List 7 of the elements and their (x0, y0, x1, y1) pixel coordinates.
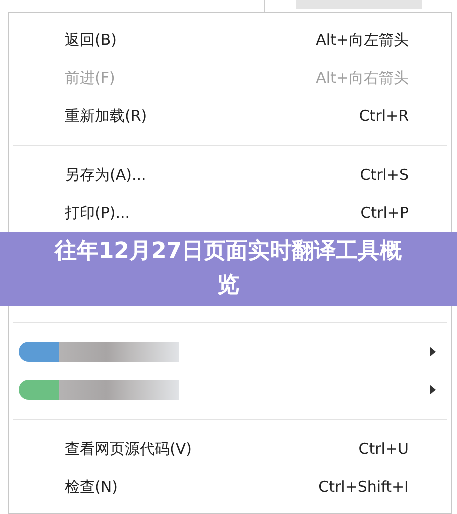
menu-item[interactable]: 检查(N) Ctrl+Shift+I (9, 468, 451, 506)
menu-item[interactable]: 返回(B) Alt+向左箭头 (9, 21, 451, 59)
menu-item[interactable]: 查看网页源代码(V) Ctrl+U (9, 430, 451, 468)
menu-item[interactable]: 打印(P)... Ctrl+P (9, 194, 451, 232)
menu-item[interactable]: 重新加载(R) Ctrl+R (9, 97, 451, 135)
menu-item[interactable]: 另存为(A)... Ctrl+S (9, 156, 451, 194)
banner-title: 往年12月27日页面实时翻译工具概览 (54, 238, 404, 300)
